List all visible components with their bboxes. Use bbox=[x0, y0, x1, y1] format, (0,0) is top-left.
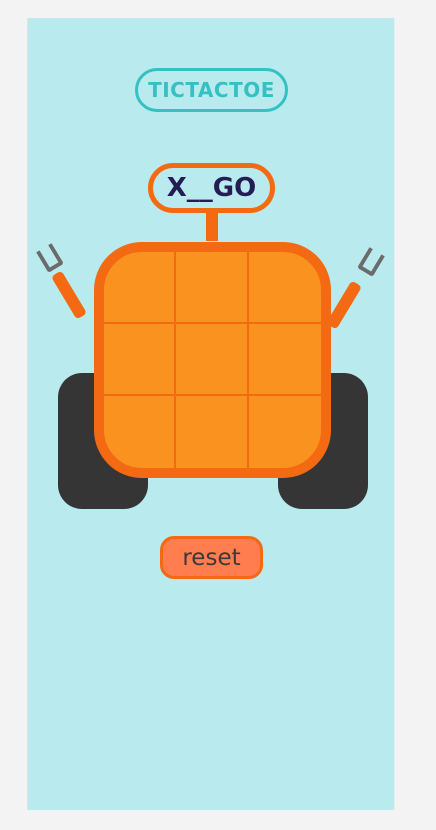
board-cell-1[interactable] bbox=[104, 252, 177, 324]
app-title: TICTACTOE bbox=[135, 68, 288, 112]
board-cell-8[interactable] bbox=[176, 396, 249, 468]
board-cell-9[interactable] bbox=[249, 396, 321, 468]
board-cell-4[interactable] bbox=[104, 324, 177, 396]
left-claw-icon bbox=[36, 243, 64, 273]
robot-neck bbox=[206, 211, 218, 241]
board-cell-2[interactable] bbox=[176, 252, 249, 324]
right-claw-icon bbox=[357, 247, 385, 277]
tictactoe-board bbox=[94, 242, 331, 478]
board-cell-3[interactable] bbox=[248, 252, 321, 324]
right-robot-arm bbox=[325, 280, 363, 330]
board-cell-6[interactable] bbox=[248, 324, 321, 396]
reset-button-label: reset bbox=[182, 544, 241, 571]
app-title-text: TICTACTOE bbox=[148, 78, 275, 102]
turn-status-text: X__GO bbox=[166, 173, 257, 203]
left-robot-arm bbox=[50, 270, 88, 320]
board-cell-5[interactable] bbox=[176, 324, 249, 396]
reset-button[interactable]: reset bbox=[160, 536, 263, 579]
board-cell-7[interactable] bbox=[104, 396, 177, 468]
app-panel: TICTACTOE X__GO reset bbox=[27, 18, 395, 810]
turn-status-badge: X__GO bbox=[148, 163, 275, 213]
